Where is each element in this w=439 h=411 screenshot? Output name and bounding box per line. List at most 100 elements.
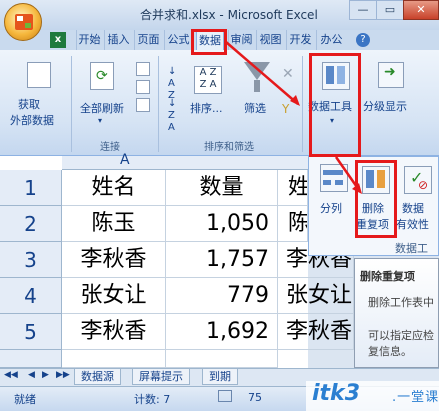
cell-name[interactable]: 陈玉 bbox=[62, 206, 166, 242]
cell-qty[interactable]: 数量 bbox=[166, 170, 278, 206]
tooltip-text: 可以指定应检 bbox=[368, 329, 434, 342]
tab-review[interactable]: 审阅 bbox=[228, 30, 254, 50]
last-sheet-icon[interactable]: ▶▶ bbox=[56, 370, 70, 380]
cell-name[interactable] bbox=[62, 350, 166, 368]
tab-office[interactable]: 办公 bbox=[316, 30, 346, 50]
next-sheet-icon[interactable]: ▶ bbox=[42, 370, 49, 380]
window-title: 合并求和.xlsx - Microsoft Excel bbox=[140, 8, 318, 22]
tab-home[interactable]: 开始 bbox=[76, 30, 102, 50]
tooltip-title: 删除重复项 bbox=[360, 270, 415, 283]
text-to-columns-icon bbox=[320, 164, 348, 192]
data-tools-col2-icon bbox=[337, 66, 345, 84]
text-to-columns-bar-icon bbox=[323, 180, 331, 185]
first-sheet-icon[interactable]: ◀◀ bbox=[4, 370, 18, 380]
tab-insert[interactable]: 插入 bbox=[104, 30, 132, 50]
external-data-icon bbox=[27, 62, 51, 88]
row-header-1[interactable]: 1 bbox=[0, 170, 62, 206]
data-validation-label-2[interactable]: 有效性 bbox=[396, 216, 429, 232]
cell-name[interactable]: 李秋香 bbox=[62, 314, 166, 350]
chevron-down-icon: ▾ bbox=[98, 116, 103, 125]
row-header-5[interactable]: 5 bbox=[0, 314, 62, 350]
cell-extra[interactable]: 姓 bbox=[278, 170, 308, 206]
text-to-columns-button[interactable]: 分列 bbox=[320, 200, 342, 216]
tooltip-text: 删除工作表中 bbox=[368, 296, 434, 309]
filter-icon bbox=[244, 62, 270, 80]
data-tools-col-icon bbox=[326, 66, 334, 84]
tab-formulas[interactable]: 公式 bbox=[164, 30, 192, 50]
group-label-connections: 连接 bbox=[100, 142, 120, 153]
tooltip-text: 复信息。 bbox=[368, 345, 412, 358]
prev-sheet-icon[interactable]: ◀ bbox=[28, 370, 35, 380]
get-external-data-label-2[interactable]: 外部数据 bbox=[10, 112, 54, 128]
row-header-4[interactable]: 4 bbox=[0, 278, 62, 314]
tab-developer[interactable]: 开发 bbox=[286, 30, 314, 50]
group-label-data-tools: 数据工 bbox=[395, 242, 428, 255]
ribbon-separator bbox=[71, 56, 72, 152]
excel-icon: x bbox=[50, 32, 66, 48]
close-button[interactable]: ✕ bbox=[403, 0, 439, 20]
properties-icon[interactable] bbox=[136, 80, 150, 94]
office-logo-icon bbox=[15, 14, 33, 30]
no-entry-icon: ⊘ bbox=[418, 178, 429, 192]
sheet-tab[interactable]: 数据源 bbox=[74, 369, 121, 385]
chevron-down-icon: ▾ bbox=[330, 116, 335, 125]
advanced-filter-icon[interactable]: Y bbox=[282, 102, 289, 116]
tab-data[interactable]: 数据 bbox=[196, 30, 224, 51]
minimize-button[interactable]: — bbox=[349, 0, 377, 20]
zoom-level[interactable]: 75 bbox=[248, 391, 262, 404]
tab-view[interactable]: 视图 bbox=[256, 30, 284, 50]
maximize-button[interactable]: ▭ bbox=[376, 0, 404, 20]
normal-view-icon[interactable] bbox=[218, 390, 232, 402]
text-to-columns-bar-icon bbox=[335, 180, 343, 185]
cell-name[interactable]: 张女让 bbox=[62, 278, 166, 314]
cell-name[interactable]: 姓名 bbox=[62, 170, 166, 206]
status-count: 计数: 7 bbox=[134, 393, 171, 406]
minimize-icon: — bbox=[357, 3, 369, 16]
refresh-all-button[interactable]: 全部刷新 bbox=[80, 100, 124, 116]
cell-name[interactable]: 李秋香 bbox=[62, 242, 166, 278]
sheet-tab[interactable]: 屏幕提示 bbox=[132, 369, 190, 385]
filter-stem-icon bbox=[254, 80, 260, 92]
cell-extra[interactable]: 李秋香 bbox=[278, 314, 354, 350]
tab-page-layout[interactable]: 页面 bbox=[134, 30, 162, 50]
clear-filter-icon[interactable]: ✕ bbox=[282, 66, 294, 82]
get-external-data-label-1[interactable]: 获取 bbox=[18, 96, 40, 112]
cell-qty[interactable]: 1,757 bbox=[166, 242, 278, 278]
text-to-columns-bar-icon bbox=[323, 170, 343, 175]
column-header-a[interactable]: A bbox=[120, 152, 130, 168]
row-header-6[interactable] bbox=[0, 350, 62, 368]
status-ready: 就绪 bbox=[14, 393, 36, 406]
cell-extra[interactable]: 张女让 bbox=[278, 278, 354, 314]
remove-duplicates-label-2[interactable]: 重复项 bbox=[356, 216, 389, 232]
group-label-sort-filter: 排序和筛选 bbox=[204, 142, 254, 153]
cell-extra[interactable]: 陈 bbox=[278, 206, 308, 242]
data-tools-button[interactable]: 数据工具 bbox=[308, 98, 352, 114]
green-arrow-icon: ➜ bbox=[384, 64, 396, 80]
maximize-icon: ▭ bbox=[384, 3, 396, 16]
help-icon[interactable]: ? bbox=[356, 33, 370, 47]
cell-qty[interactable]: 1,692 bbox=[166, 314, 278, 350]
cell-qty[interactable]: 1,050 bbox=[166, 206, 278, 242]
watermark-cn: .一堂课 bbox=[392, 390, 439, 405]
remove-duplicates-col-icon bbox=[366, 170, 374, 188]
filter-button[interactable]: 筛选 bbox=[244, 100, 266, 116]
sort-asc-icon[interactable]: ↓ A Z bbox=[168, 66, 176, 102]
remove-duplicates-label-1[interactable]: 删除 bbox=[362, 200, 384, 216]
edit-links-icon[interactable] bbox=[136, 98, 150, 112]
sheet-tab[interactable]: 到期 bbox=[202, 369, 238, 385]
outline-button[interactable]: 分级显示 bbox=[363, 98, 407, 114]
sort-desc-icon[interactable]: ↓ Z A bbox=[168, 98, 176, 134]
sort-button[interactable]: 排序... bbox=[190, 100, 223, 116]
cell-qty[interactable] bbox=[166, 350, 278, 368]
connections-icon[interactable] bbox=[136, 62, 150, 76]
row-header-2[interactable]: 2 bbox=[0, 206, 62, 242]
data-validation-label-1[interactable]: 数据 bbox=[402, 200, 424, 216]
cell-qty[interactable]: 779 bbox=[166, 278, 278, 314]
row-header-3[interactable]: 3 bbox=[0, 242, 62, 278]
watermark-brand: itk3 bbox=[312, 381, 360, 406]
close-icon: ✕ bbox=[416, 3, 426, 16]
office-button[interactable] bbox=[4, 3, 42, 41]
ribbon-separator bbox=[158, 56, 159, 152]
refresh-arrow-icon: ⟳ bbox=[96, 68, 108, 84]
ribbon-separator bbox=[302, 56, 303, 152]
